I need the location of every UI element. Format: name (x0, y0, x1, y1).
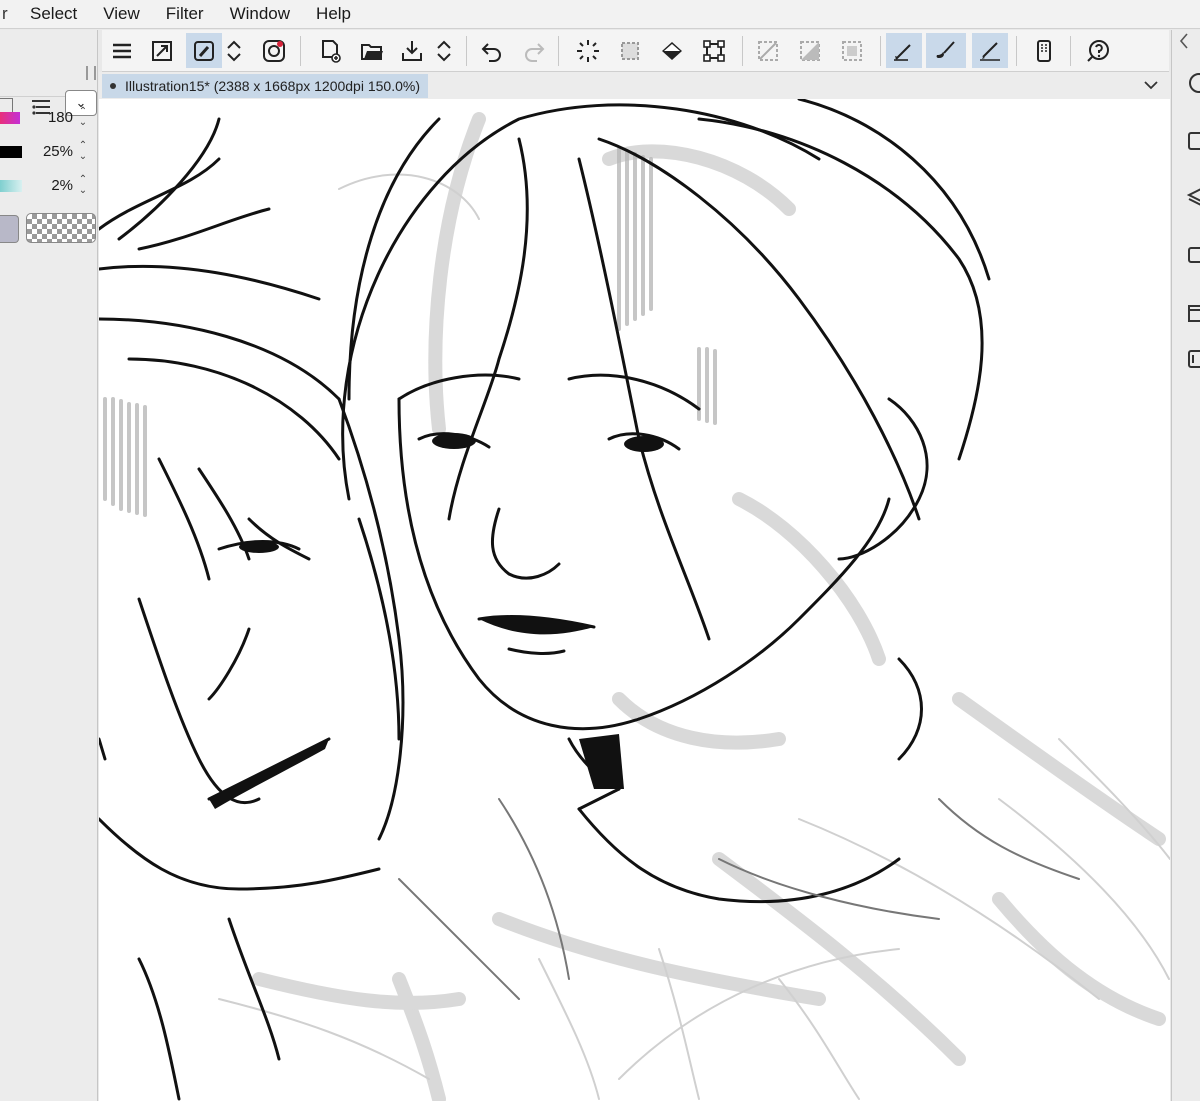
document-tab-bar: Illustration15* (2388 x 1668px 1200dpi 1… (99, 72, 1170, 100)
fill-button[interactable] (654, 33, 690, 68)
material-icon[interactable] (1185, 302, 1200, 324)
menu-select[interactable]: Select (30, 4, 77, 24)
color-chip[interactable] (0, 215, 19, 243)
menu-window[interactable]: Window (230, 4, 290, 24)
menu-filter[interactable]: Filter (166, 4, 204, 24)
redo-icon (525, 42, 545, 62)
stepper-icon (227, 40, 241, 61)
opacity-value[interactable]: 25% (43, 143, 73, 160)
layers-icon[interactable] (1185, 186, 1200, 208)
loading-icon (577, 39, 599, 62)
selection-button[interactable] (612, 33, 648, 68)
crop-icon (842, 40, 862, 61)
save-button[interactable] (394, 33, 430, 68)
save-icon (402, 40, 422, 61)
clear-selection-icon (758, 40, 778, 61)
blend-value[interactable]: 2% (51, 177, 73, 194)
opacity-stepper-icon[interactable]: ⌃ ⌄ (77, 140, 89, 164)
transparent-color-chip[interactable] (26, 213, 96, 243)
hue-slider[interactable]: 180 ⌃ ⌄ (0, 106, 97, 130)
pen-tool-button[interactable] (886, 33, 922, 68)
hue-value[interactable]: 180 (48, 109, 73, 126)
brush-icon (936, 40, 955, 58)
navigator-icon[interactable] (1185, 72, 1200, 94)
menu-edge-glyph: r (2, 4, 8, 23)
toolbar-divider (1016, 36, 1017, 66)
stepper-icon (437, 40, 451, 61)
undo-icon (481, 42, 501, 62)
fit-canvas-button[interactable] (144, 33, 180, 68)
opacity-swatch (0, 146, 22, 158)
help-button[interactable] (1080, 33, 1116, 68)
blend-swatch (0, 180, 22, 192)
tool-property-panel: ⌄ 180 ⌃ ⌄ 25% ⌃ ⌄ 2% ⌃ ⌄ (0, 30, 98, 1101)
hue-swatch (0, 112, 20, 124)
spiral-icon (263, 39, 285, 62)
new-file-icon (322, 39, 341, 63)
device-icon (1037, 39, 1051, 62)
document-tab[interactable]: Illustration15* (2388 x 1668px 1200dpi 1… (102, 74, 428, 98)
toolbar-divider (558, 36, 559, 66)
drawing-canvas[interactable] (99, 99, 1170, 1101)
chevron-left-icon[interactable] (1178, 32, 1190, 50)
device-button[interactable] (1026, 33, 1062, 68)
brush-tool-button[interactable] (926, 33, 966, 68)
toolbar-divider (880, 36, 881, 66)
new-file-button[interactable] (312, 33, 348, 68)
transform-icon (703, 39, 725, 62)
redo-button[interactable] (516, 33, 552, 68)
eraser-icon (980, 41, 1000, 61)
eraser-tool-button[interactable] (972, 33, 1008, 68)
undo-button[interactable] (474, 33, 510, 68)
toolbar-divider (466, 36, 467, 66)
menu-view[interactable]: View (103, 4, 140, 24)
loading-button[interactable] (570, 33, 606, 68)
layer-property-icon[interactable] (1185, 244, 1200, 266)
clear-selection-button[interactable] (750, 33, 786, 68)
crop-button[interactable] (834, 33, 870, 68)
pen-icon (894, 43, 911, 61)
transform-button[interactable] (696, 33, 732, 68)
open-folder-button[interactable] (354, 33, 390, 68)
menu-icon (113, 43, 131, 58)
chevron-down-icon[interactable] (1142, 76, 1160, 94)
document-tab-title: Illustration15* (2388 x 1668px 1200dpi 1… (125, 78, 420, 94)
fill-icon (662, 41, 682, 60)
panel-header: ⌄ (0, 58, 97, 116)
save-stepper-button[interactable] (432, 33, 456, 68)
toolbar-divider (1070, 36, 1071, 66)
spiral-button[interactable] (256, 33, 292, 68)
brush-select-button[interactable] (186, 33, 222, 68)
opacity-slider[interactable]: 25% ⌃ ⌄ (0, 140, 97, 164)
stepper-button[interactable] (222, 33, 246, 68)
open-folder-icon (361, 43, 383, 60)
sketch-artwork (99, 99, 1170, 1101)
blend-stepper-icon[interactable]: ⌃ ⌄ (77, 174, 89, 198)
menu-bar: r Select View Filter Window Help (0, 0, 1200, 29)
help-icon (1087, 39, 1109, 62)
toolbar-divider (300, 36, 301, 66)
modified-dot-icon (110, 83, 116, 89)
command-bar (102, 30, 1169, 72)
selection-icon (621, 41, 639, 60)
menu-help[interactable]: Help (316, 4, 351, 24)
brush-select-icon (194, 40, 214, 61)
sub-view-icon[interactable] (1185, 130, 1200, 152)
right-dock-panel (1171, 30, 1200, 1101)
invert-selection-button[interactable] (792, 33, 828, 68)
hue-stepper-icon[interactable]: ⌃ ⌄ (77, 106, 89, 130)
blend-slider[interactable]: 2% ⌃ ⌄ (0, 174, 97, 198)
toolbar-divider (742, 36, 743, 66)
fit-canvas-icon (152, 40, 172, 61)
history-icon[interactable] (1185, 348, 1200, 370)
menu-button[interactable] (104, 33, 140, 68)
invert-selection-icon (800, 40, 820, 61)
